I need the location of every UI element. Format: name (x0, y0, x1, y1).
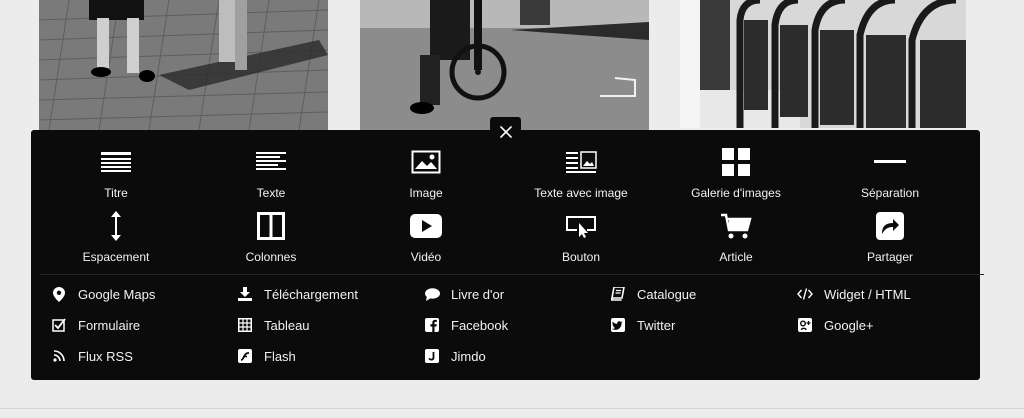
spacing-icon (41, 210, 191, 242)
link-label: Facebook (451, 317, 509, 333)
tile-label: Galerie d'images (691, 186, 781, 200)
photo-thumbnail[interactable] (680, 0, 966, 128)
link-label: Google+ (824, 317, 874, 333)
link-guestbook[interactable]: Livre d'or (424, 284, 504, 304)
tile-label: Texte avec image (534, 186, 628, 200)
tile-label: Espacement (82, 250, 150, 264)
link-label: Formulaire (78, 317, 141, 333)
photo-thumbnail[interactable] (360, 0, 649, 130)
tile-text[interactable]: Texte (196, 146, 346, 202)
google-plus-icon (797, 317, 813, 333)
link-table[interactable]: Tableau (237, 315, 310, 335)
share-icon (815, 210, 965, 242)
twitter-icon (610, 317, 626, 333)
tile-gallery[interactable]: Galerie d'images (661, 146, 811, 202)
link-label: Jimdo (451, 348, 486, 364)
link-label: Flux RSS (78, 348, 133, 364)
speech-bubble-icon (424, 286, 440, 302)
book-icon (610, 286, 626, 302)
link-flash[interactable]: Flash (237, 346, 296, 366)
link-label: Google Maps (78, 286, 156, 302)
tile-button[interactable]: Bouton (506, 210, 656, 266)
video-icon (351, 210, 501, 242)
text-with-image-icon (506, 146, 656, 178)
tile-label: Bouton (561, 250, 601, 264)
link-label: Téléchargement (264, 286, 358, 302)
tile-label: Texte (256, 186, 286, 200)
link-form[interactable]: Formulaire (51, 315, 140, 335)
photo-thumbnail[interactable] (39, 0, 328, 130)
tile-columns[interactable]: Colonnes (196, 210, 346, 266)
gallery-icon (661, 146, 811, 178)
panel-divider (40, 274, 984, 275)
link-download[interactable]: Téléchargement (237, 284, 358, 304)
tile-label: Vidéo (410, 250, 442, 264)
button-icon (506, 210, 656, 242)
tile-image[interactable]: Image (351, 146, 501, 202)
download-icon (237, 286, 253, 302)
title-icon (41, 146, 191, 178)
text-icon (196, 146, 346, 178)
tile-label: Image (409, 186, 443, 200)
tile-label: Séparation (860, 186, 920, 200)
link-label: Catalogue (637, 286, 697, 302)
columns-icon (196, 210, 346, 242)
link-jimdo[interactable]: Jimdo (424, 346, 486, 366)
tile-spacing[interactable]: Espacement (41, 210, 191, 266)
map-pin-icon (51, 286, 67, 302)
tile-article[interactable]: Article (661, 210, 811, 266)
link-google-maps[interactable]: Google Maps (51, 284, 155, 304)
link-label: Livre d'or (451, 286, 505, 302)
close-button[interactable] (490, 117, 521, 147)
tile-title[interactable]: Titre (41, 146, 191, 202)
cart-icon (661, 210, 811, 242)
tile-text-with-image[interactable]: Texte avec image (506, 146, 656, 202)
image-icon (351, 146, 501, 178)
flash-icon (237, 348, 253, 364)
table-icon (237, 317, 253, 333)
code-icon (797, 286, 813, 302)
rss-icon (51, 348, 67, 364)
tile-separator[interactable]: Séparation (815, 146, 965, 202)
jimdo-icon (424, 348, 440, 364)
close-icon (499, 126, 512, 138)
link-facebook[interactable]: Facebook (424, 315, 508, 335)
tile-label: Titre (104, 186, 128, 200)
link-google-plus[interactable]: Google+ (797, 315, 874, 335)
link-twitter[interactable]: Twitter (610, 315, 675, 335)
tile-label: Colonnes (245, 250, 297, 264)
facebook-icon (424, 317, 440, 333)
link-catalogue[interactable]: Catalogue (610, 284, 696, 304)
link-label: Flash (264, 348, 296, 364)
tile-video[interactable]: Vidéo (351, 210, 501, 266)
link-widget-html[interactable]: Widget / HTML (797, 284, 911, 304)
tile-share[interactable]: Partager (815, 210, 965, 266)
footer-divider (0, 408, 1024, 409)
link-rss[interactable]: Flux RSS (51, 346, 133, 366)
link-label: Tableau (264, 317, 310, 333)
tile-label: Partager (866, 250, 914, 264)
form-checkbox-icon (51, 317, 67, 333)
link-label: Twitter (637, 317, 676, 333)
separator-icon (815, 146, 965, 178)
link-label: Widget / HTML (824, 286, 911, 302)
tile-label: Article (719, 250, 753, 264)
